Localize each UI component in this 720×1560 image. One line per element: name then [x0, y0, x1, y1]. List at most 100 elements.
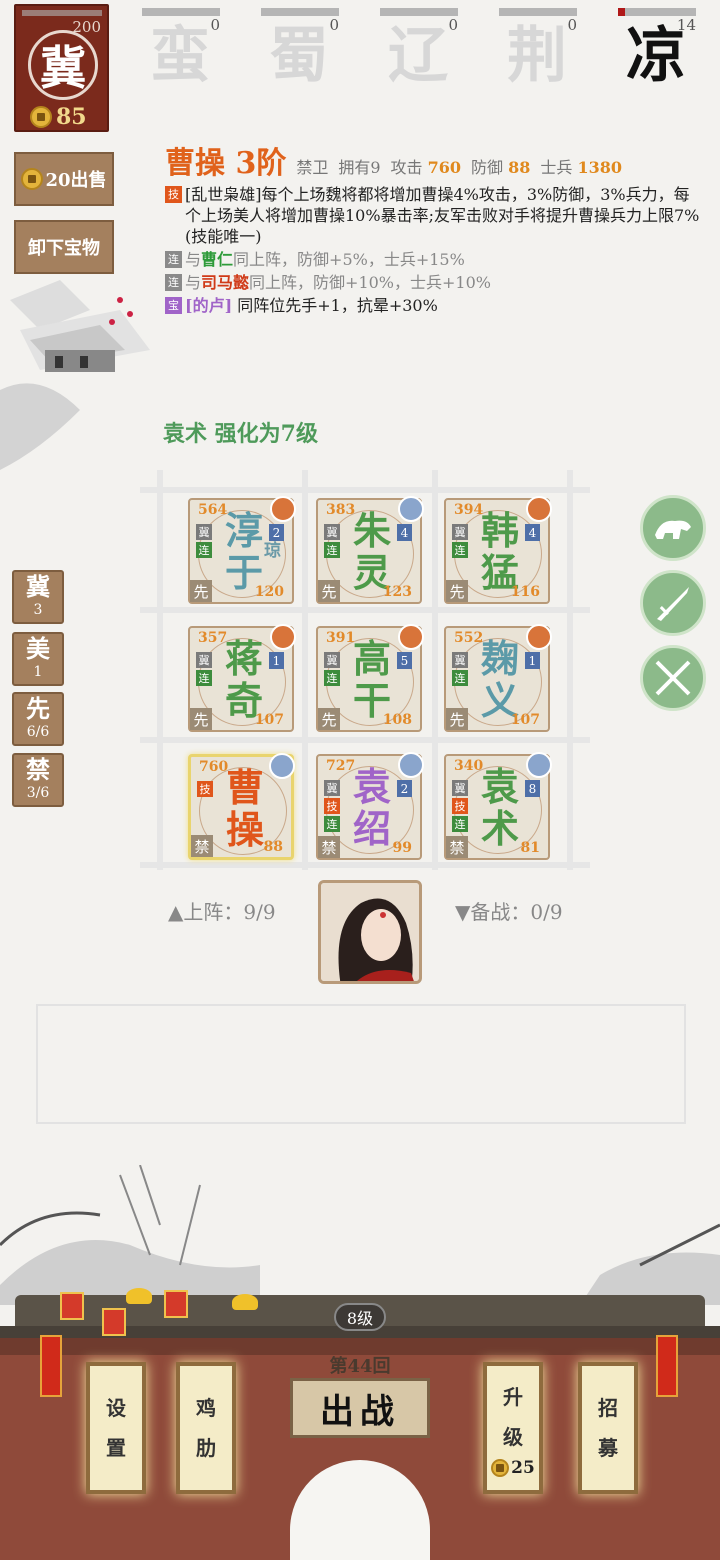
hero-info-panel: 曹操 3阶 禁卫 拥有9 攻击 760 防御 88 士兵 1380 技 [乱世枭… [165, 138, 705, 316]
hero-owned: 拥有9 [338, 158, 381, 177]
chicken-rib-button[interactable]: 鸡 肋 [176, 1362, 236, 1494]
reserve-area[interactable] [36, 1004, 686, 1124]
unit-type-icon [398, 496, 424, 522]
upgrade-cost: 25 [491, 1457, 535, 1479]
hero-name-char-1: 袁 [480, 764, 519, 809]
faction-glyph: 蜀 [269, 21, 329, 91]
hero-tag: 冀 [324, 780, 340, 796]
faction-slot-man[interactable]: 0 蛮 [142, 8, 220, 98]
hero-defense: 81 [520, 840, 540, 856]
counter-mei[interactable]: 美 1 [12, 632, 64, 686]
coin-icon [491, 1459, 510, 1477]
faction-slot-liao[interactable]: 0 辽 [380, 8, 458, 98]
chicken-label-1: 鸡 [196, 1396, 216, 1420]
advisor-portrait[interactable] [318, 880, 422, 984]
hero-card[interactable]: 394 韩 猛 4 冀连 先 116 [444, 496, 552, 604]
deployed-count: ▲上阵：9/9 [168, 900, 276, 924]
skill-tag: 技 [165, 186, 182, 203]
beast-button[interactable] [640, 495, 706, 561]
hero-tags: 冀连 [452, 524, 468, 558]
counter-jin[interactable]: 禁 3/6 [12, 753, 64, 807]
link-tag: 连 [165, 251, 182, 268]
hero-defense: 120 [254, 584, 284, 600]
crossed-swords-icon [655, 660, 691, 696]
red-envelope-icon [164, 1290, 188, 1318]
hero-position: 先 [190, 580, 212, 602]
recruit-button[interactable]: 招 募 [578, 1362, 638, 1494]
faction-glyph: 凉 [626, 21, 686, 91]
hero-tag: 冀 [452, 652, 468, 668]
faction-slot-shu[interactable]: 0 蜀 [261, 8, 339, 98]
hero-name-char-1: 高 [352, 636, 391, 681]
hero-defense: 108 [382, 712, 412, 728]
upgrade-button[interactable]: 升 级 25 [483, 1362, 543, 1494]
counter-xian[interactable]: 先 6/6 [12, 692, 64, 746]
hero-tag: 连 [452, 542, 468, 558]
faction-glyph: 蛮 [150, 21, 210, 91]
hero-tag: 冀 [452, 524, 468, 540]
faction-card[interactable]: 200 冀 85 [14, 4, 109, 132]
hero-position: 先 [446, 708, 468, 730]
hero-card[interactable]: 357 蒋 奇 1 冀连 先 107 [188, 624, 296, 732]
hero-name-char-2: 术 [480, 806, 519, 851]
upgrade-label-1: 升 [503, 1385, 523, 1409]
faction-count: 0 [210, 16, 220, 34]
counter-label: 冀 [26, 572, 50, 601]
hero-card[interactable]: 383 朱 灵 4 冀连 先 123 [316, 496, 424, 604]
sword-button[interactable] [640, 570, 706, 636]
chicken-label-2: 肋 [196, 1436, 216, 1460]
hero-defense: 123 [382, 584, 412, 600]
atk-value: 760 [427, 158, 462, 177]
hero-tag: 冀 [452, 780, 468, 796]
hero-position: 先 [318, 580, 340, 602]
unit-type-icon [526, 752, 552, 778]
hero-card[interactable]: 727 袁 绍 2 冀技连 禁 99 [316, 752, 424, 860]
hero-name: 高 干 [348, 638, 396, 722]
troop-value: 1380 [577, 158, 623, 177]
reserve-count: ▼备战：0/9 [455, 900, 563, 924]
unequip-treasure-button[interactable]: 卸下宝物 [14, 220, 114, 274]
atk-label: 攻击 [390, 158, 423, 177]
skill-text: [乱世枭雄]每个上场魏将都将增加曹操4%攻击，3%防御，3%兵力，每个上场美人将… [185, 185, 700, 246]
faction-slot-jing[interactable]: 0 荆 [499, 8, 577, 98]
round-number: 第44回 [329, 1356, 391, 1377]
counter-value: 1 [33, 664, 43, 680]
portrait-avatar [321, 883, 419, 981]
hero-name-char-2: 操 [225, 807, 264, 852]
counter-label: 美 [26, 634, 50, 663]
hero-position: 先 [318, 708, 340, 730]
counter-ji[interactable]: 冀 3 [12, 570, 64, 624]
hero-tag: 连 [324, 816, 340, 832]
coin-icon [30, 106, 52, 128]
sword-icon [657, 587, 689, 621]
hero-name-char-2: 绍 [352, 806, 391, 851]
counter-value: 3/6 [26, 785, 50, 801]
hero-card[interactable]: 760 曹 操 技 禁 88 [188, 753, 295, 860]
unit-type-icon [270, 624, 296, 650]
treasure-line: 宝 [的卢] 同阵位先手+1，抗晕+30% [165, 295, 705, 316]
link-line-2: 连 与司马懿同上阵，防御+10%，士兵+10% [165, 272, 705, 293]
faction-slot-liang[interactable]: 14 凉 [618, 8, 696, 98]
hero-card[interactable]: 564 淳 于 琼 2 冀连 先 120 [188, 496, 296, 604]
crossed-swords-button[interactable] [640, 645, 706, 711]
link-effect: 同上阵，防御+5%，士兵+15% [233, 250, 465, 269]
sell-button[interactable]: 20出售 [14, 152, 114, 206]
gold-display: 85 [30, 104, 87, 130]
link-prefix: 与 [185, 273, 202, 292]
red-envelope-icon [102, 1308, 126, 1336]
counter-value: 6/6 [26, 724, 50, 740]
hero-card[interactable]: 391 高 干 5 冀连 先 108 [316, 624, 424, 732]
hero-tags: 冀连 [324, 652, 340, 686]
link-prefix: 与 [185, 250, 202, 269]
link-line-1: 连 与曹仁同上阵，防御+5%，士兵+15% [165, 249, 705, 270]
hero-level: 2 [269, 524, 284, 541]
hero-level: 4 [525, 524, 540, 541]
hero-card[interactable]: 340 袁 术 8 冀技连 禁 81 [444, 752, 552, 860]
hero-name: 朱 灵 [348, 510, 396, 594]
fight-button[interactable]: 出战 [290, 1378, 430, 1438]
hero-card[interactable]: 552 麹 义 1 冀连 先 107 [444, 624, 552, 732]
faction-count: 0 [567, 16, 577, 34]
settings-button[interactable]: 设 置 [86, 1362, 146, 1494]
hero-name: 袁 绍 [348, 766, 396, 850]
hero-level: 8 [525, 780, 540, 797]
